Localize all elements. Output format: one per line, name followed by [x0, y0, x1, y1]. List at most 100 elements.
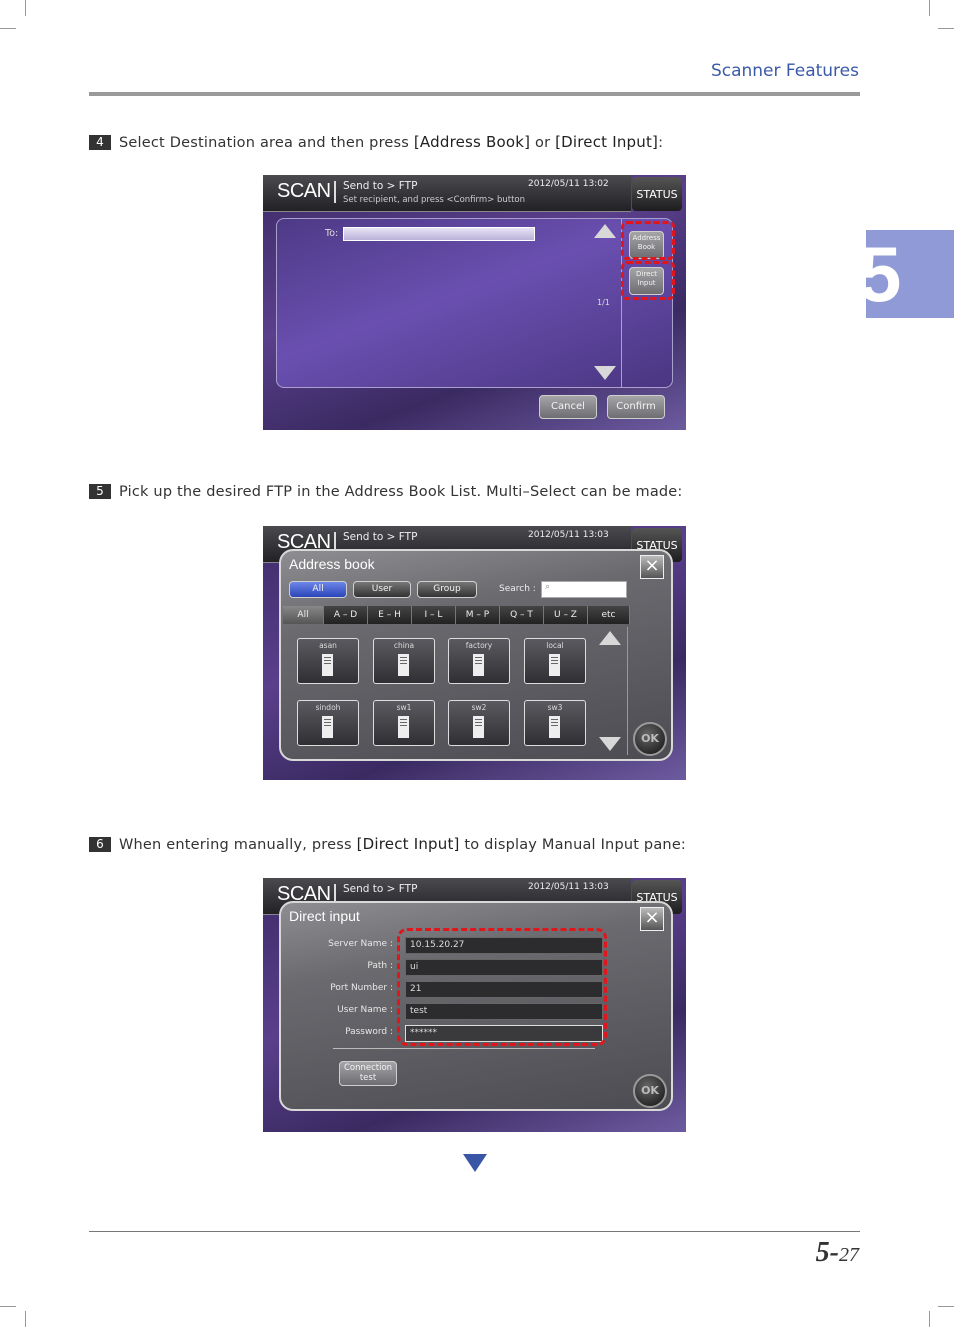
crop-mark: [938, 1306, 954, 1307]
dialog-title: Address book: [289, 556, 375, 572]
search-icon: ⌕: [545, 582, 551, 592]
list-item[interactable]: factory: [448, 638, 510, 684]
page-major: 5-: [815, 1237, 839, 1268]
page-minor: 27: [839, 1244, 859, 1266]
page-number: 5-27: [816, 1237, 859, 1269]
cancel-button[interactable]: Cancel: [539, 395, 597, 419]
list-item[interactable]: china: [373, 638, 435, 684]
tab-a-d[interactable]: A – D: [324, 606, 368, 624]
tab-m-p[interactable]: M – P: [456, 606, 500, 624]
search-label: Search :: [499, 584, 536, 594]
screenshot-direct-input: SCAN Send to > FTP 2012/05/11 13:03 STAT…: [263, 878, 686, 1132]
list-item[interactable]: sw1: [373, 700, 435, 746]
step-keyword: [Direct Input]: [555, 133, 659, 151]
document-icon: [549, 716, 560, 738]
document-icon: [322, 716, 333, 738]
step-number: 4: [89, 135, 111, 150]
entry-label: local: [546, 641, 564, 650]
recipient-panel: To: 1/1: [276, 218, 673, 388]
step-keyword: [Direct Input]: [356, 835, 460, 853]
search-input[interactable]: ⌕: [541, 581, 627, 598]
crop-mark: [0, 28, 16, 29]
list-item[interactable]: sindoh: [297, 700, 359, 746]
step-6: 6 When entering manually, press [Direct I…: [89, 835, 686, 853]
path-label: Path :: [367, 961, 393, 971]
tab-q-t[interactable]: Q – T: [500, 606, 544, 624]
scan-title: SCAN: [277, 180, 331, 202]
entry-label: factory: [465, 641, 493, 650]
crop-mark: [929, 0, 930, 16]
scroll-up-icon[interactable]: [594, 224, 616, 238]
document-icon: [322, 654, 333, 676]
scroll-up-icon[interactable]: [599, 631, 621, 645]
entry-label: sw1: [396, 703, 412, 712]
scroll-down-icon[interactable]: [594, 366, 616, 380]
to-field[interactable]: [343, 227, 535, 241]
filter-user-button[interactable]: User: [353, 581, 411, 598]
button-label: test: [359, 1073, 377, 1083]
index-tabs: All A – D E – H I – L M – P Q – T U – Z …: [283, 606, 630, 624]
step-text: or: [530, 135, 556, 151]
form-divider: [333, 1048, 595, 1049]
document-icon: [549, 654, 560, 676]
crop-mark: [25, 1311, 26, 1327]
entry-label: asan: [319, 641, 337, 650]
crop-mark: [929, 1311, 930, 1327]
filter-group-button[interactable]: Group: [417, 581, 477, 598]
footer-rule: [89, 1231, 860, 1232]
user-name-label: User Name :: [337, 1005, 393, 1015]
title-separator: [334, 181, 336, 203]
close-icon[interactable]: ×: [640, 907, 664, 931]
entry-label: china: [393, 641, 415, 650]
ok-button[interactable]: OK: [633, 722, 667, 756]
list-item[interactable]: sw3: [524, 700, 586, 746]
port-number-label: Port Number :: [330, 983, 393, 993]
send-to-label: Send to > FTP: [343, 883, 418, 895]
connection-test-button[interactable]: Connection test: [339, 1061, 397, 1086]
tab-e-h[interactable]: E – H: [368, 606, 412, 624]
document-icon: [398, 716, 409, 738]
page-indicator: 1/1: [597, 298, 610, 307]
list-divider: [627, 627, 628, 755]
list-item[interactable]: sw2: [448, 700, 510, 746]
close-icon[interactable]: ×: [640, 555, 664, 579]
step-text: :: [658, 135, 664, 151]
entry-label: sindoh: [315, 703, 341, 712]
document-icon: [473, 654, 484, 676]
section-header: Scanner Features: [710, 61, 859, 81]
send-to-label: Send to > FTP: [343, 180, 418, 192]
step-number: 6: [89, 837, 111, 852]
screenshot-address-book: SCAN Send to > FTP 2012/05/11 13:03 STAT…: [263, 526, 686, 780]
title-bar: SCAN Send to > FTP Set recipient, and pr…: [263, 175, 631, 212]
button-label: Connection: [343, 1063, 393, 1073]
dialog-title: Direct input: [289, 908, 360, 924]
confirm-button[interactable]: Confirm: [607, 395, 665, 419]
to-label: To:: [325, 228, 339, 239]
tab-u-z[interactable]: U – Z: [544, 606, 588, 624]
timestamp: 2012/05/11 13:03: [528, 882, 609, 892]
tab-i-l[interactable]: I – L: [412, 606, 456, 624]
document-icon: [473, 716, 484, 738]
instruction-line: Set recipient, and press <Confirm> butto…: [343, 195, 526, 205]
screenshot-send-to-ftp: SCAN Send to > FTP Set recipient, and pr…: [263, 175, 686, 430]
password-label: Password :: [345, 1027, 393, 1037]
tab-etc[interactable]: etc: [588, 606, 630, 624]
list-item[interactable]: local: [524, 638, 586, 684]
step-text: Select Destination area and then press: [119, 135, 414, 151]
list-item[interactable]: asan: [297, 638, 359, 684]
document-icon: [398, 654, 409, 676]
filter-all-button[interactable]: All: [289, 581, 347, 598]
step-text: Pick up the desired FTP in the Address B…: [119, 484, 683, 500]
status-button[interactable]: STATUS: [632, 177, 682, 211]
direct-input-dialog: Direct input × Server Name : 10.15.20.27…: [279, 901, 673, 1111]
server-name-label: Server Name :: [328, 939, 393, 949]
timestamp: 2012/05/11 13:03: [528, 530, 609, 540]
crop-mark: [938, 28, 954, 29]
scroll-down-icon[interactable]: [599, 737, 621, 751]
header-rule: [89, 92, 860, 96]
address-book-dialog: Address book × All User Group Search : ⌕…: [279, 549, 673, 761]
ok-button[interactable]: OK: [633, 1074, 667, 1108]
send-to-label: Send to > FTP: [343, 531, 418, 543]
crop-mark: [0, 1306, 16, 1307]
tab-all[interactable]: All: [283, 606, 324, 624]
